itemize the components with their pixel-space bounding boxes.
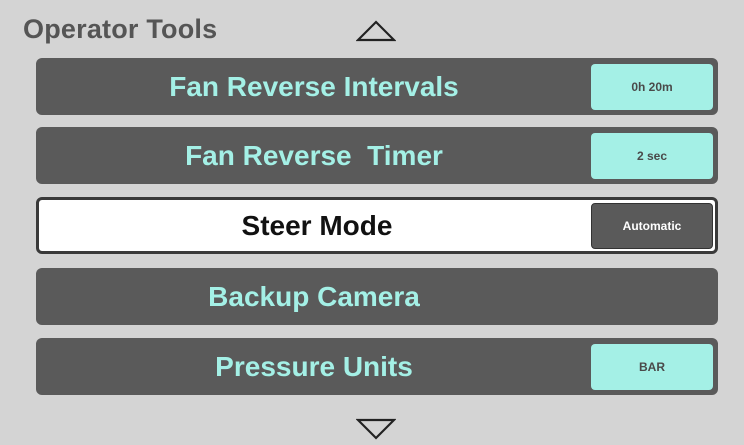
menu-item-label: Fan Reverse Timer (185, 139, 443, 171)
menu-item-value: 0h 20m (591, 64, 713, 110)
menu-item-value: BAR (591, 344, 713, 390)
menu-item-pressure-units[interactable]: Pressure Units BAR (36, 338, 718, 395)
menu-item-label: Steer Mode (241, 209, 393, 241)
menu-item-backup-camera[interactable]: Backup Camera (36, 268, 718, 325)
menu-item-steer-mode[interactable]: Steer Mode Automatic (36, 197, 718, 254)
menu-item-label: Pressure Units (215, 350, 413, 382)
menu-item-label: Fan Reverse Intervals (169, 70, 459, 102)
triangle-up-icon (356, 20, 396, 42)
page-title: Operator Tools (23, 14, 218, 44)
scroll-up-button[interactable] (356, 20, 396, 42)
menu-item-value: Automatic (591, 203, 713, 249)
scroll-down-button[interactable] (356, 418, 396, 440)
menu-item-fan-reverse-intervals[interactable]: Fan Reverse Intervals 0h 20m (36, 58, 718, 115)
triangle-down-icon (356, 418, 396, 440)
menu-item-label: Backup Camera (208, 280, 420, 312)
menu-item-fan-reverse-timer[interactable]: Fan Reverse Timer 2 sec (36, 127, 718, 184)
menu-item-value: 2 sec (591, 133, 713, 179)
